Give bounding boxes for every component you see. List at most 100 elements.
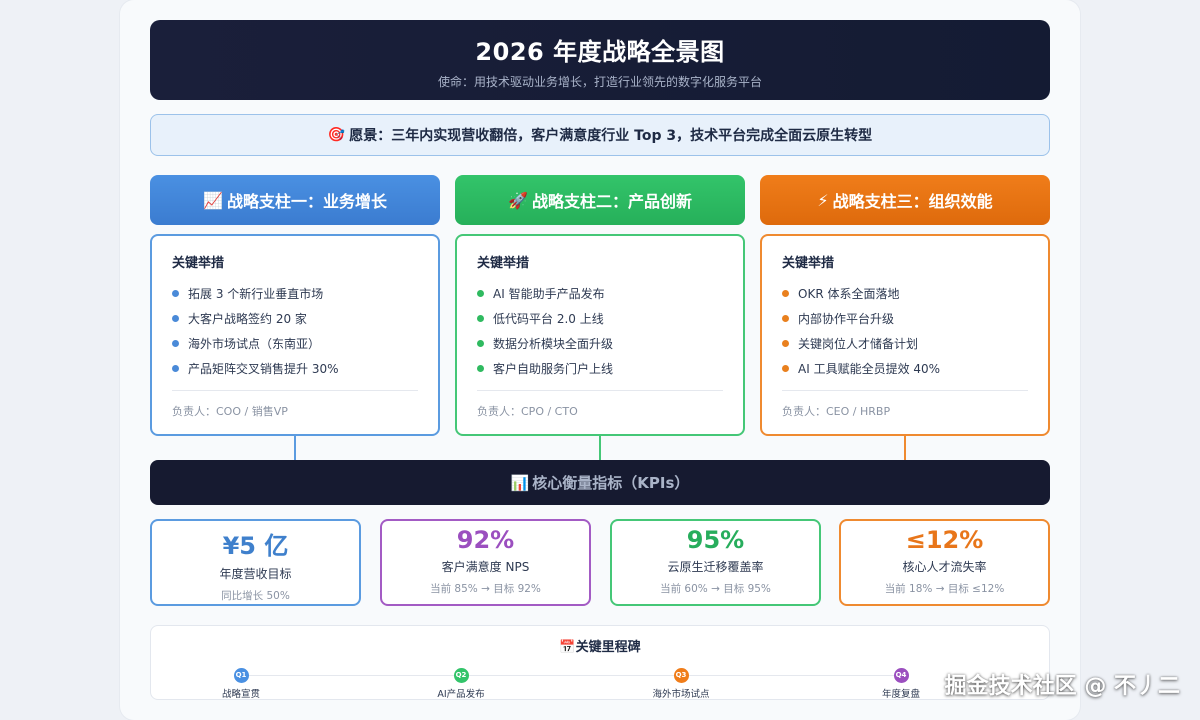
section-label: 关键举措 bbox=[477, 256, 530, 271]
bullet-dot bbox=[782, 315, 789, 322]
bullet-dot bbox=[172, 290, 179, 297]
lightning-icon: ⚡ bbox=[817, 190, 829, 210]
list-item: 拓展 3 个新行业垂直市场 bbox=[172, 281, 418, 306]
watermark: 掘金技术社区 @ 不丿二 bbox=[944, 674, 1180, 699]
kpi-card-cloud: 95% 云原生迁移覆盖率 当前 60% → 目标 95% bbox=[610, 519, 821, 606]
connector-line bbox=[294, 436, 296, 460]
chart-up-icon: 📈 bbox=[203, 190, 223, 210]
bullet-dot bbox=[477, 340, 484, 347]
list-item: 低代码平台 2.0 上线 bbox=[477, 306, 723, 331]
bullet-dot bbox=[782, 365, 789, 372]
list-item: 数据分析模块全面升级 bbox=[477, 331, 723, 356]
bullet-dot bbox=[782, 340, 789, 347]
kpi-label: 核心人才流失率 bbox=[902, 560, 987, 574]
kpi-value: ≤12% bbox=[905, 526, 984, 554]
owner-text: 负责人：COO / 销售VP bbox=[172, 390, 418, 419]
list-item-text: 海外市场试点（东南亚） bbox=[188, 337, 321, 351]
initiative-list: OKR 体系全面落地 内部协作平台升级 关键岗位人才储备计划 AI 工具赋能全员… bbox=[782, 281, 1028, 381]
kpi-label: 云原生迁移覆盖率 bbox=[667, 560, 764, 574]
list-item-text: 大客户战略签约 20 家 bbox=[188, 312, 307, 326]
list-item-text: AI 智能助手产品发布 bbox=[493, 287, 605, 301]
calendar-icon: 📅 bbox=[559, 640, 576, 655]
list-item: 产品矩阵交叉销售提升 30% bbox=[172, 356, 418, 381]
quarter-badge: Q2 bbox=[453, 668, 469, 683]
quarter-badge: Q1 bbox=[233, 668, 249, 683]
list-item-text: 内部协作平台升级 bbox=[798, 312, 895, 326]
quarter-badge: Q4 bbox=[893, 668, 909, 683]
milestone-q4: Q4 年度复盘 bbox=[856, 668, 946, 700]
list-item-text: 关键岗位人才储备计划 bbox=[798, 337, 919, 351]
initiative-list: AI 智能助手产品发布 低代码平台 2.0 上线 数据分析模块全面升级 客户自助… bbox=[477, 281, 723, 381]
kpi-subtext: 当前 18% → 目标 ≤12% bbox=[884, 583, 1005, 595]
list-item: AI 工具赋能全员提效 40% bbox=[782, 356, 1028, 381]
owner-text: 负责人：CPO / CTO bbox=[477, 390, 723, 419]
kpi-label: 年度营收目标 bbox=[219, 567, 292, 581]
pillar-title: 战略支柱二：产品创新 bbox=[531, 192, 692, 211]
kpi-value: ¥5 亿 bbox=[222, 532, 289, 560]
list-item-text: 产品矩阵交叉销售提升 30% bbox=[188, 362, 339, 376]
milestone-label: 海外市场试点 bbox=[652, 689, 710, 700]
pillar-header-growth: 📈 战略支柱一：业务增长 bbox=[150, 175, 440, 225]
bullet-dot bbox=[172, 365, 179, 372]
list-item: 大客户战略签约 20 家 bbox=[172, 306, 418, 331]
list-item-text: 拓展 3 个新行业垂直市场 bbox=[188, 287, 324, 301]
kpi-card-nps: 92% 客户满意度 NPS 当前 85% → 目标 92% bbox=[380, 519, 591, 606]
list-item: 关键岗位人才储备计划 bbox=[782, 331, 1028, 356]
pillar-header-innovation: 🚀 战略支柱二：产品创新 bbox=[455, 175, 745, 225]
pillar-title: 战略支柱三：组织效能 bbox=[832, 192, 993, 211]
vision-text: 愿景：三年内实现营收翻倍，客户满意度行业 Top 3，技术平台完成全面云原生转型 bbox=[349, 128, 873, 144]
list-item-text: OKR 体系全面落地 bbox=[798, 287, 900, 301]
section-label: 关键举措 bbox=[782, 256, 835, 271]
milestone-label: 战略宣贯 bbox=[221, 689, 260, 700]
milestone-q2: Q2 AI产品发布 bbox=[416, 668, 506, 700]
milestone-q1: Q1 战略宣贯 bbox=[196, 668, 286, 700]
pillar-card-innovation: 关键举措 AI 智能助手产品发布 低代码平台 2.0 上线 数据分析模块全面升级… bbox=[455, 234, 745, 436]
bullet-dot bbox=[172, 340, 179, 347]
kpi-subtext: 当前 85% → 目标 92% bbox=[430, 583, 541, 595]
kpi-value: 95% bbox=[686, 526, 745, 554]
kpi-section-title: 核心衡量指标（KPIs） bbox=[532, 474, 690, 492]
kpi-card-revenue: ¥5 亿 年度营收目标 同比增长 50% bbox=[150, 519, 361, 606]
page-title: 2026 年度战略全景图 bbox=[475, 38, 725, 66]
list-item: AI 智能助手产品发布 bbox=[477, 281, 723, 306]
pillar-card-growth: 关键举措 拓展 3 个新行业垂直市场 大客户战略签约 20 家 海外市场试点（东… bbox=[150, 234, 440, 436]
list-item: 客户自助服务门户上线 bbox=[477, 356, 723, 381]
list-item: 内部协作平台升级 bbox=[782, 306, 1028, 331]
rocket-icon: 🚀 bbox=[508, 190, 528, 210]
list-item: 海外市场试点（东南亚） bbox=[172, 331, 418, 356]
quarter-badge: Q3 bbox=[673, 668, 689, 683]
list-item-text: 低代码平台 2.0 上线 bbox=[493, 312, 604, 326]
owner-text: 负责人：CEO / HRBP bbox=[782, 390, 1028, 419]
kpi-section-header: 📊 核心衡量指标（KPIs） bbox=[150, 460, 1050, 505]
page-header: 2026 年度战略全景图 使命：用技术驱动业务增长，打造行业领先的数字化服务平台 bbox=[150, 20, 1050, 100]
bar-chart-icon: 📊 bbox=[510, 473, 530, 492]
kpi-card-attrition: ≤12% 核心人才流失率 当前 18% → 目标 ≤12% bbox=[839, 519, 1050, 606]
pillar-card-efficiency: 关键举措 OKR 体系全面落地 内部协作平台升级 关键岗位人才储备计划 AI 工… bbox=[760, 234, 1050, 436]
section-label: 关键举措 bbox=[172, 256, 225, 271]
target-icon: 🎯 bbox=[327, 127, 346, 143]
pillar-title: 战略支柱一：业务增长 bbox=[226, 192, 387, 211]
bullet-dot bbox=[477, 365, 484, 372]
kpi-subtext: 当前 60% → 目标 95% bbox=[660, 583, 771, 595]
list-item-text: 数据分析模块全面升级 bbox=[493, 337, 614, 351]
bullet-dot bbox=[477, 290, 484, 297]
bullet-dot bbox=[782, 290, 789, 297]
initiative-list: 拓展 3 个新行业垂直市场 大客户战略签约 20 家 海外市场试点（东南亚） 产… bbox=[172, 281, 418, 381]
milestone-label: AI产品发布 bbox=[437, 689, 485, 700]
list-item-text: 客户自助服务门户上线 bbox=[493, 362, 614, 376]
milestones-title: 📅关键里程碑 bbox=[151, 636, 1049, 655]
vision-banner: 🎯 愿景：三年内实现营收翻倍，客户满意度行业 Top 3，技术平台完成全面云原生… bbox=[150, 114, 1050, 156]
kpi-label: 客户满意度 NPS bbox=[441, 560, 530, 574]
kpi-value: 92% bbox=[456, 526, 515, 554]
milestones-panel: 📅关键里程碑 Q1 战略宣贯 Q2 AI产品发布 Q3 海外市场试点 Q4 年度… bbox=[150, 625, 1050, 700]
kpi-subtext: 同比增长 50% bbox=[221, 590, 290, 602]
bullet-dot bbox=[477, 315, 484, 322]
milestone-q3: Q3 海外市场试点 bbox=[636, 668, 726, 700]
timeline-line bbox=[241, 675, 899, 676]
list-item: OKR 体系全面落地 bbox=[782, 281, 1028, 306]
milestone-label: 年度复盘 bbox=[881, 689, 920, 700]
pillar-header-efficiency: ⚡ 战略支柱三：组织效能 bbox=[760, 175, 1050, 225]
milestones-title-text: 关键里程碑 bbox=[575, 640, 641, 655]
mission-text: 使命：用技术驱动业务增长，打造行业领先的数字化服务平台 bbox=[437, 75, 762, 89]
list-item-text: AI 工具赋能全员提效 40% bbox=[798, 362, 941, 376]
